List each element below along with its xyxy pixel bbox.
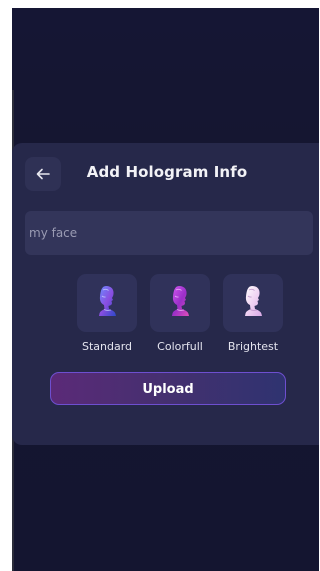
style-option-colorfull[interactable]: Colorfull [142,274,218,354]
dialog-title: Add Hologram Info [86,163,248,181]
bust-statue-icon [241,284,265,322]
upload-button[interactable]: Upload [50,372,286,405]
style-option-brightest[interactable]: Brightest [215,274,291,354]
style-label: Brightest [227,340,279,353]
style-label: Colorfull [157,340,203,353]
style-option-standard[interactable]: Standard [69,274,145,354]
style-options: Standard Colorfull Brightest [12,274,319,354]
style-tile [223,274,283,332]
app-screen: Add Hologram Info my face Standard Color… [12,8,319,571]
arrow-left-icon [36,168,50,180]
add-hologram-dialog: Add Hologram Info my face Standard Color… [12,143,319,445]
style-tile [150,274,210,332]
style-tile [77,274,137,332]
bust-statue-icon [95,284,119,322]
style-label: Standard [81,340,133,353]
hologram-name-input[interactable] [25,211,313,255]
bust-statue-icon [168,284,192,322]
back-button[interactable] [25,157,61,191]
